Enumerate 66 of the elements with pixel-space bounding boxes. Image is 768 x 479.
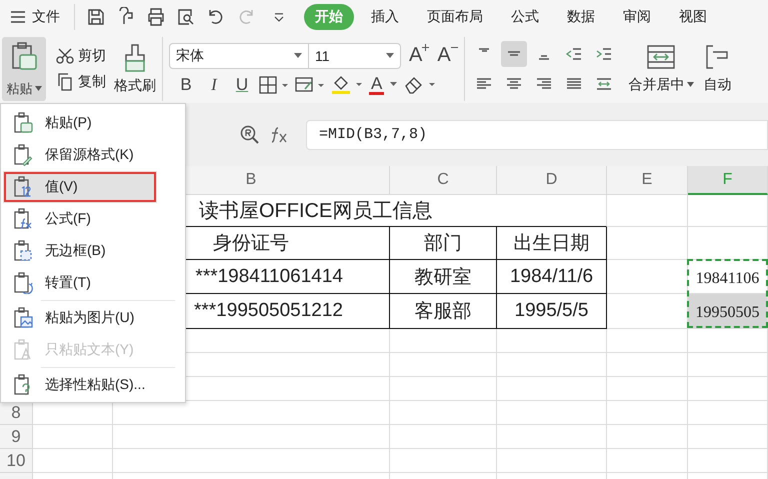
caret-icon (686, 82, 694, 87)
clipboard-picture-icon (13, 307, 33, 329)
table-cell: 1984/11/6 (497, 260, 607, 294)
caret-icon (34, 86, 42, 91)
print-icon[interactable] (146, 7, 166, 27)
format-painter-button[interactable]: 格式刷 (114, 42, 156, 94)
underline-button[interactable]: U (231, 74, 253, 94)
cut-button[interactable]: 剪切 (56, 46, 106, 64)
print-preview-icon[interactable] (176, 7, 196, 27)
plus-icon (422, 44, 430, 51)
ribbon-tab[interactable]: 插入 (360, 4, 410, 30)
align-middle-icon[interactable] (500, 40, 527, 66)
row-header[interactable]: 9 (0, 425, 33, 449)
clipboard-values-icon (13, 176, 33, 198)
ribbon-tab[interactable]: 公式 (500, 4, 550, 30)
clipboard-no-borders-icon (13, 240, 33, 262)
zoom-icon[interactable] (240, 124, 260, 144)
clipboard-keep-format-icon (13, 144, 33, 166)
clipboard-text-icon (13, 339, 33, 361)
borders-icon[interactable] (259, 76, 289, 94)
clipboard-transpose-icon (13, 272, 33, 294)
file-menu[interactable]: 文件 (8, 6, 66, 28)
row-header[interactable]: 10 (0, 449, 33, 473)
column-header[interactable]: C (390, 166, 497, 195)
font-size-field[interactable]: 11 (309, 42, 401, 68)
table-header-cell: 部门 (390, 227, 497, 260)
caret-icon (386, 53, 394, 58)
table-cell: 教研室 (390, 260, 497, 294)
table-cell: 19950505 (688, 294, 768, 329)
row-header[interactable]: 8 (0, 401, 33, 425)
wrap-text-button[interactable]: 自动 (704, 44, 732, 94)
menu-item[interactable]: 粘贴(P) (3, 107, 183, 139)
paste-button[interactable]: 粘贴 (2, 36, 46, 100)
ribbon-tab[interactable]: 审阅 (612, 4, 662, 30)
table-cell: 客服部 (390, 294, 497, 329)
menu-item[interactable]: 值(V) (3, 171, 157, 203)
ribbon-tab[interactable]: 数据 (556, 4, 606, 30)
minus-icon (450, 44, 458, 51)
copy-icon (56, 72, 74, 90)
caret-icon[interactable] (390, 82, 398, 87)
bold-button[interactable]: B (175, 74, 197, 94)
italic-button[interactable]: I (203, 74, 225, 94)
eraser-icon[interactable] (404, 74, 436, 94)
column-header[interactable]: D (497, 166, 607, 195)
font-name-field[interactable]: 宋体 (169, 42, 309, 68)
ribbon-tab[interactable]: 视图 (668, 4, 718, 30)
menu-item[interactable]: 选择性粘贴(S)... (3, 369, 183, 401)
ribbon-tab[interactable]: 页面布局 (416, 4, 494, 30)
merge-cells-icon (646, 44, 676, 70)
menu-icon (10, 11, 26, 23)
copy-button[interactable]: 复制 (56, 72, 106, 90)
column-header[interactable]: E (607, 166, 688, 195)
table-header-cell: 出生日期 (497, 227, 607, 260)
clipboard-paste-icon (13, 112, 33, 134)
clipboard-formulas-icon (13, 208, 33, 230)
save-icon[interactable] (86, 7, 106, 27)
fill-color-icon[interactable] (331, 74, 363, 94)
decrease-font-button[interactable]: A (437, 44, 458, 67)
formula-field[interactable]: =MID(B3,7,8) (306, 120, 768, 150)
merge-center-button[interactable]: 合并居中 (628, 44, 694, 94)
cell-format-icon[interactable] (295, 76, 325, 94)
table-cell: 1995/5/5 (497, 294, 607, 329)
font-color-button[interactable]: A (369, 74, 384, 94)
increase-font-button[interactable]: A (409, 44, 430, 67)
scissors-icon (56, 46, 74, 64)
caret-icon (294, 53, 302, 58)
